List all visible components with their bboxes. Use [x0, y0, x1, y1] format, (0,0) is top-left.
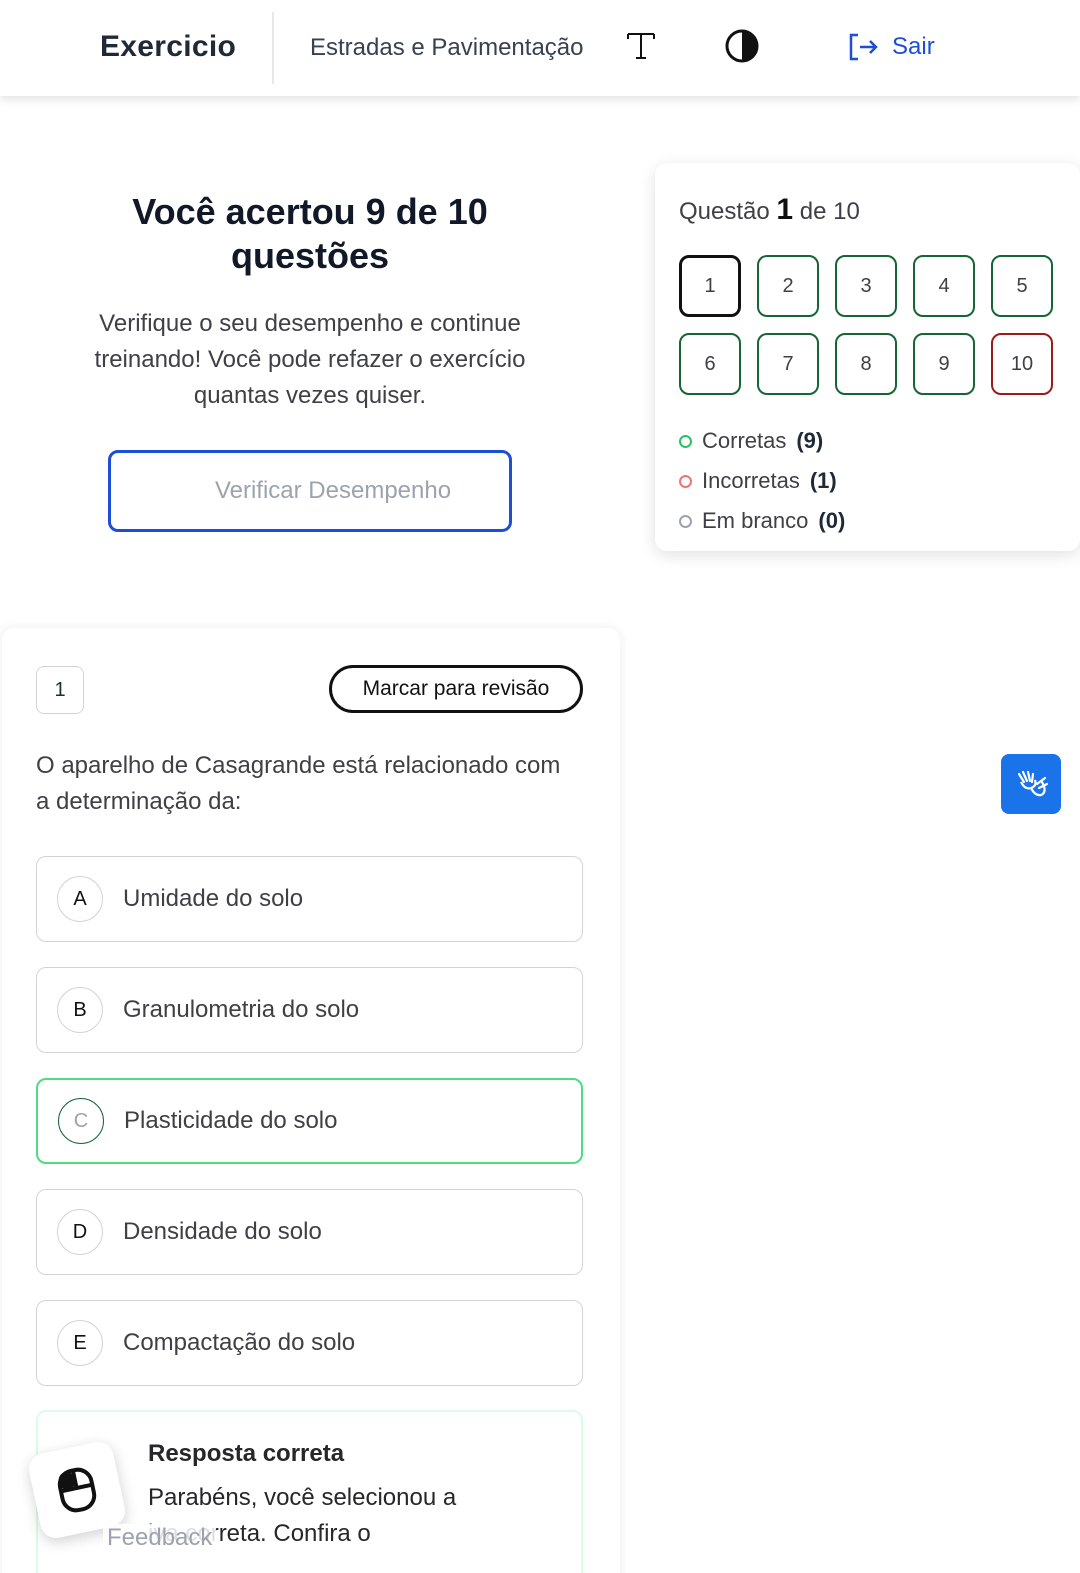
legend-incorrect: Incorretas (1)	[679, 461, 845, 501]
feedback-widget-label[interactable]: Feedback	[103, 1524, 217, 1552]
question-card: 1 Marcar para revisão O aparelho de Casa…	[2, 628, 620, 1573]
navigator-current: 1	[776, 193, 794, 226]
navigator-prefix: Questão	[679, 198, 770, 225]
result-title: Você acertou 9 de 10 questões	[132, 191, 488, 276]
verify-performance-button[interactable]: Verificar Desempenho	[108, 450, 512, 532]
question-number-badge: 1	[36, 666, 84, 714]
question-button[interactable]: 9	[913, 333, 975, 395]
question-button[interactable]: 7	[757, 333, 819, 395]
option-c[interactable]: C Plasticidade do solo	[36, 1078, 583, 1164]
legend-incorrect-label: Incorretas	[702, 468, 800, 493]
question-button[interactable]: 6	[679, 333, 741, 395]
mouse-icon	[57, 1467, 97, 1513]
option-letter: E	[57, 1320, 103, 1366]
feedback-title: Resposta correta	[148, 1440, 345, 1467]
question-button[interactable]: 4	[913, 255, 975, 317]
option-a[interactable]: A Umidade do solo	[36, 856, 583, 942]
font-size-icon[interactable]	[624, 28, 658, 62]
question-button[interactable]: 10	[991, 333, 1053, 395]
logout-label: Sair	[892, 33, 935, 60]
option-text: Granulometria do solo	[123, 996, 360, 1023]
result-description: Verifique o seu desempenho e continue tr…	[94, 310, 526, 409]
option-letter: A	[57, 876, 103, 922]
option-text: Umidade do solo	[123, 885, 304, 912]
legend-correct: Corretas (9)	[679, 421, 845, 461]
question-button[interactable]: 1	[679, 255, 741, 317]
question-button[interactable]: 8	[835, 333, 897, 395]
question-text: O aparelho de Casagrande está relacionad…	[36, 752, 561, 815]
legend-correct-label: Corretas	[702, 428, 787, 453]
question-button[interactable]: 2	[757, 255, 819, 317]
legend-incorrect-count: (1)	[809, 468, 837, 493]
app-title: Exercicio	[100, 30, 237, 63]
question-button[interactable]: 5	[991, 255, 1053, 317]
option-e[interactable]: E Compactação do solo	[36, 1300, 583, 1386]
option-text: Compactação do solo	[123, 1329, 356, 1356]
question-button[interactable]: 3	[835, 255, 897, 317]
legend-blank-label: Em branco	[702, 508, 809, 533]
sign-language-hands-icon	[1017, 770, 1049, 797]
legend-correct-count: (9)	[796, 428, 824, 453]
option-text: Densidade do solo	[123, 1218, 322, 1245]
red-circle-icon	[679, 474, 692, 488]
logout-icon	[849, 33, 878, 61]
question-navigator: Questão 1 de 10 1 2 3 4 5 6 7 8 9 10 Cor…	[655, 163, 1080, 551]
option-b[interactable]: B Granulometria do solo	[36, 967, 583, 1053]
green-circle-icon	[679, 434, 692, 448]
navigator-header: Questão 1 de 10	[679, 193, 860, 227]
status-legend: Corretas (9) Incorretas (1) Em branco (0…	[679, 421, 845, 541]
gray-circle-icon	[679, 514, 692, 528]
option-text: Plasticidade do solo	[124, 1107, 338, 1134]
navigator-suffix: de 10	[799, 198, 860, 225]
top-header: Exercicio Estradas e Pavimentação Sair	[0, 0, 1080, 96]
legend-blank-count: (0)	[818, 508, 846, 533]
option-letter: C	[58, 1098, 104, 1144]
mark-for-review-button[interactable]: Marcar para revisão	[329, 665, 583, 713]
contrast-icon[interactable]	[724, 28, 760, 64]
sign-language-button[interactable]	[1001, 754, 1061, 814]
option-letter: B	[57, 987, 103, 1033]
option-letter: D	[57, 1209, 103, 1255]
course-name: Estradas e Pavimentação	[310, 34, 584, 61]
legend-blank: Em branco (0)	[679, 501, 845, 541]
question-grid: 1 2 3 4 5 6 7 8 9 10	[679, 255, 1053, 395]
option-d[interactable]: D Densidade do solo	[36, 1189, 583, 1275]
header-divider	[272, 12, 274, 84]
logout-button[interactable]: Sair	[846, 30, 935, 64]
feedback-line-1: Parabéns, você selecionou a	[148, 1484, 457, 1511]
